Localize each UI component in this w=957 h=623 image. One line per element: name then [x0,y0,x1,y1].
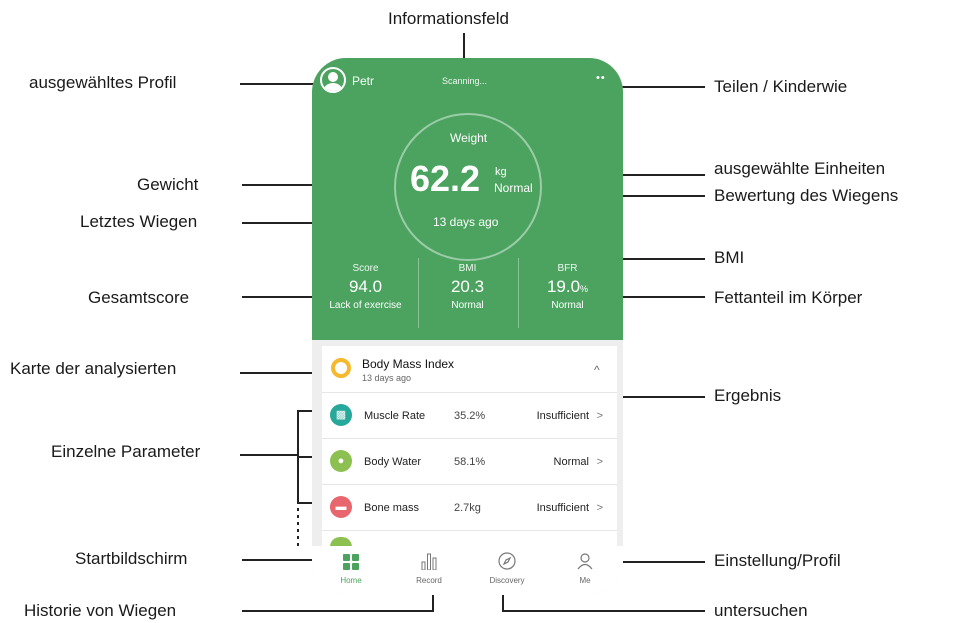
param-result: Insufficient [536,502,589,514]
muscle-icon: ▩ [330,404,352,426]
stat-bmi-label: BMI [458,263,477,274]
leader-history-h [242,610,434,612]
param-row[interactable]: ▩ Muscle Rate 35.2% Insufficient > [322,392,617,439]
param-value: 35.2% [454,410,486,422]
label-card-map: Karte der analysierten [10,359,177,378]
param-value: 2.7kg [454,502,481,514]
label-body-fat: Fettanteil im Körper [714,288,863,307]
chevron-right-icon: > [596,456,603,468]
more-icon[interactable]: •• [596,72,606,84]
tab-me[interactable]: Me [546,546,623,595]
label-info-field: Informationsfeld [388,9,509,28]
tab-record[interactable]: Record [390,546,468,595]
label-result: Ergebnis [714,386,782,405]
tab-discovery-label: Discovery [489,576,525,585]
next-row-hint [322,530,617,547]
bmi-ring-icon [331,358,351,378]
stat-score-value: 94.0 [348,277,383,296]
card-title: Body Mass Index [362,357,455,371]
stat-bfr-label: BFR [557,263,578,274]
chevron-right-icon: > [596,502,603,514]
stat-bmi-value: 20.3 [450,277,485,296]
profile-name[interactable]: Petr [352,74,374,88]
label-rating: Bewertung des Wiegens [714,186,899,205]
label-params: Einzelne Parameter [51,442,201,461]
analysis-card: Body Mass Index 13 days ago ^ ▩ Muscle R… [322,346,617,547]
phone-screen: Petr Scanning... •• Weight 62.2 kg Norma… [312,58,623,595]
param-value: 58.1% [454,456,486,468]
label-selected-profile: ausgewähltes Profil [29,73,177,92]
stat-bmi[interactable]: BMI 20.3 Normal [416,263,519,311]
tab-record-label: Record [416,576,442,585]
label-bmi: BMI [714,248,745,267]
label-total-score: Gesamtscore [88,288,190,307]
label-history: Historie von Wiegen [24,601,177,620]
stat-bfr[interactable]: BFR 19.0% Normal [516,263,619,311]
tab-home-label: Home [340,576,362,585]
stat-bfr-unit: % [580,284,589,294]
label-explore: untersuchen [714,601,808,620]
label-last-weigh: Letztes Wiegen [80,212,198,231]
param-name: Muscle Rate [364,410,426,422]
leader-params-h [240,454,298,456]
stat-bfr-status: Normal [551,300,584,311]
label-weight: Gewicht [137,175,199,194]
param-name: Bone mass [364,502,420,514]
user-icon [577,553,593,570]
weight-label: Weight [450,131,488,145]
param-row[interactable]: ● Body Water 58.1% Normal > [322,438,617,485]
chevron-right-icon: > [596,410,603,422]
card-header[interactable]: Body Mass Index 13 days ago ^ [322,346,617,392]
weight-value: 62.2 [410,158,481,199]
collapse-icon[interactable]: ^ [594,363,600,377]
weight-unit: kg [495,166,507,178]
summary-panel: Petr Scanning... •• Weight 62.2 kg Norma… [312,58,623,340]
stat-score-label: Score [352,263,379,274]
stat-score[interactable]: Score 94.0 Lack of exercise [314,263,417,311]
stat-bfr-number: 19.0 [546,277,581,296]
tab-home[interactable]: Home [312,546,390,595]
bone-icon: ▬ [330,496,352,518]
stat-bfr-value: 19.0% [516,277,619,297]
tab-bar: Home Record Discovery Me [312,546,623,595]
param-result: Normal [553,456,589,468]
bar-chart-icon [421,553,437,570]
home-grid-icon [343,554,359,570]
compass-icon [498,552,516,570]
last-measured: 13 days ago [433,215,499,229]
label-share: Teilen / Kinderwie [714,77,848,96]
label-units: ausgewählte Einheiten [714,159,886,178]
tab-discovery[interactable]: Discovery [468,546,546,595]
water-drop-icon: ● [330,450,352,472]
stat-bmi-status: Normal [451,300,484,311]
card-subtitle: 13 days ago [362,373,412,383]
param-result: Insufficient [536,410,589,422]
param-name: Body Water [364,456,422,468]
status-text: Scanning... [442,76,488,86]
leader-explore-h [502,610,705,612]
stat-score-status: Lack of exercise [329,300,402,311]
label-home-screen: Startbildschirm [75,549,188,568]
tab-me-label: Me [579,576,591,585]
leader-params-dots [297,508,299,550]
param-row[interactable]: ▬ Bone mass 2.7kg Insufficient > [322,484,617,531]
profile-avatar[interactable] [320,67,346,93]
weight-status: Normal [494,181,533,195]
label-settings: Einstellung/Profil [714,551,841,570]
